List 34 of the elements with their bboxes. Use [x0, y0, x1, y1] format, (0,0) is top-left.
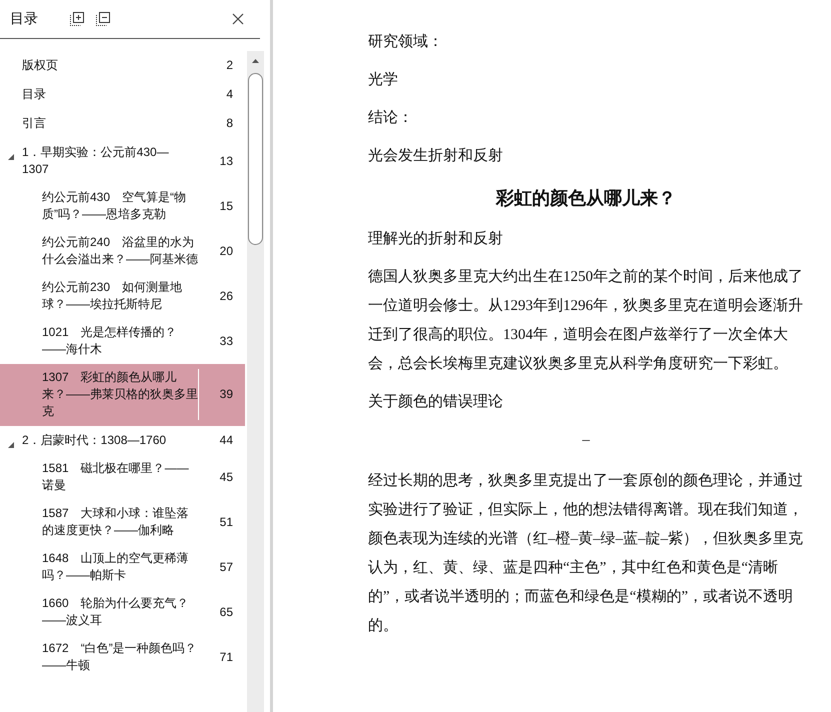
toc-item[interactable]: 约公元前230 如何测量地球？——埃拉托斯特尼 26	[0, 274, 245, 319]
paragraph: 德国人狄奥多里克大约出生在1250年之前的某个时间，后来他成了一位道明会修士。从1293年到1296年，狄奥多里克在道明会逐渐升迁到了很高的职位。1304年，道明会在图卢兹举行了一次全体大会，总会长埃梅里克建议狄奥多里克从科学角度研究一下彩虹。	[368, 267, 804, 374]
expand-all-icon[interactable]	[70, 12, 84, 26]
toc-item[interactable]: 1．早期实验：公元前430—1307 13	[0, 138, 245, 184]
paragraph: 理解光的折射和反射	[368, 230, 504, 249]
toc-item[interactable]: 1672 “白色”是一种颜色吗？——牛顿 71	[0, 635, 245, 680]
separator-mark: –	[582, 432, 590, 448]
paragraph: 经过长期的思考，狄奥多里克提出了一套原创的颜色理论，并通过实验进行了验证，但实际上，他的想法错得离谱。现在我们知道，颜色表现为连续的光谱（红–橙–黄–绿–蓝–靛–紫），但狄奥多里克认为，红、黄、绿、蓝是四种“主色”，其中红色和黄色是“清晰的”，或者说半透明的；而蓝色和绿色是“模糊的”，或者说不透明的。	[368, 472, 804, 636]
paragraph: 光学	[368, 70, 399, 90]
expander-icon[interactable]	[8, 154, 14, 160]
toc-item[interactable]: 1021 光是怎样传播的？——海什木 33	[0, 319, 245, 364]
toc-item[interactable]: 1307 彩虹的颜色从哪儿来？——弗莱贝格的狄奥多里克 39	[0, 364, 245, 426]
toc-item[interactable]: 约公元前240 浴盆里的水为什么会溢出来？——阿基米德 20	[0, 229, 245, 274]
toc-item[interactable]: 1660 轮胎为什么要充气？——波义耳 65	[0, 590, 245, 635]
toc-item[interactable]: 引言 8	[0, 109, 245, 138]
scroll-up-icon[interactable]	[252, 59, 259, 63]
toc-item[interactable]: 1581 磁北极在哪里？——诺曼 45	[0, 455, 245, 500]
paragraph: 关于颜色的错误理论	[368, 392, 504, 412]
paragraph: 结论：	[368, 108, 414, 128]
scrollbar[interactable]	[247, 51, 264, 712]
toc-item[interactable]: 1648 山顶上的空气更稀薄吗？——帕斯卡 57	[0, 545, 245, 590]
toc-item[interactable]: 1587 大球和小球：谁坠落的速度更快？——伽利略 51	[0, 500, 245, 545]
paragraph: 研究领域：	[368, 32, 444, 52]
toc-item[interactable]: 版权页 2	[0, 51, 245, 80]
expander-icon[interactable]	[8, 442, 14, 448]
section-heading: 彩虹的颜色从哪儿来？	[494, 187, 677, 210]
panel-title: 目录	[10, 10, 38, 28]
paragraph: 光会发生折射和反射	[368, 146, 504, 166]
scrollbar-thumb[interactable]	[248, 73, 263, 245]
close-icon[interactable]	[232, 13, 244, 25]
toc-item[interactable]: 2．启蒙时代：1308—1760 44	[0, 426, 245, 455]
toc-item[interactable]: 约公元前430 空气算是“物质”吗？——恩培多克勒 15	[0, 184, 245, 229]
collapse-all-icon[interactable]	[96, 12, 110, 26]
toc-item[interactable]: 目录 4	[0, 80, 245, 109]
